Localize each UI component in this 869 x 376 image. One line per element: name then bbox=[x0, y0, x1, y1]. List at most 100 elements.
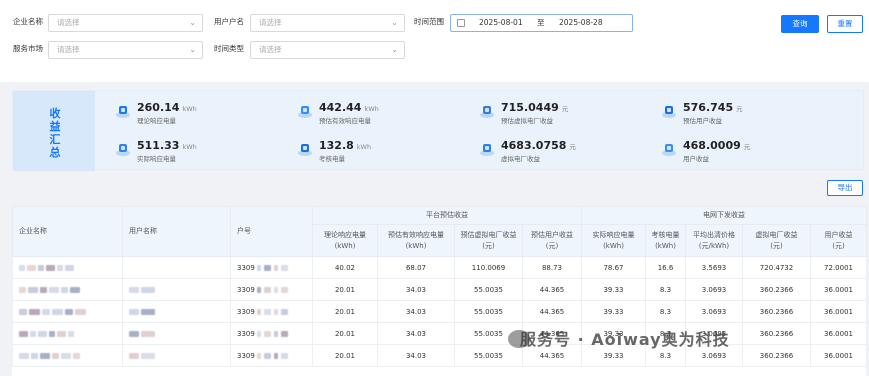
user-label: 用户户名 bbox=[214, 17, 244, 26]
chevron-down-icon: ⌄ bbox=[189, 45, 196, 54]
stat-value: 511.33 bbox=[137, 139, 180, 152]
stat-value: 132.8 bbox=[319, 139, 354, 152]
revenue-summary-panel: 收 益 汇 总 260.14 kWh 理论响应电量 442.44 kWh 预估有效响应电量… bbox=[12, 90, 864, 171]
check-gauge-icon bbox=[297, 141, 313, 157]
date-end[interactable]: 2025-08-28 bbox=[559, 15, 603, 31]
metric-cell: 34.03 bbox=[377, 300, 455, 323]
stat-value: 260.14 bbox=[137, 101, 180, 114]
company-placeholder: 请选择 bbox=[57, 18, 80, 27]
date-start[interactable]: 2025-08-01 bbox=[479, 15, 523, 31]
metric-cell: 39.33 bbox=[581, 300, 646, 323]
export-button[interactable]: 导出 bbox=[827, 180, 863, 196]
user-name-cell bbox=[122, 344, 231, 367]
chevron-down-icon: ⌄ bbox=[391, 45, 398, 54]
metric-column-header: 用户收益 (元) bbox=[809, 224, 868, 257]
metric-cell: 55.0035 bbox=[454, 344, 523, 367]
metric-cell: 44.365 bbox=[522, 300, 582, 323]
stat-unit: kWh bbox=[182, 105, 197, 113]
metric-cell: 39.33 bbox=[581, 278, 646, 301]
user-name-cell bbox=[122, 322, 231, 345]
metric-column-header: 平均出清价格 (元/kWh) bbox=[685, 224, 743, 257]
table-row[interactable]: 3309 20.01 34.03 55.0035 44.365 39.33 8.3 3.06… bbox=[12, 344, 868, 367]
calendar-icon bbox=[457, 19, 465, 27]
lightning-drop-icon bbox=[115, 103, 131, 119]
metric-cell: 72.0001 bbox=[809, 256, 868, 279]
metric-cell: 20.01 bbox=[312, 300, 378, 323]
grid-group-header: 电网下发收益 bbox=[580, 206, 868, 225]
metric-cell: 3.0693 bbox=[685, 278, 743, 301]
stat-value: 442.44 bbox=[319, 101, 362, 114]
account-number: 3309 bbox=[237, 285, 255, 294]
meter-icon bbox=[115, 141, 131, 157]
chevron-down-icon: ⌄ bbox=[189, 18, 196, 27]
metric-column-header: 虚拟电厂收益 (元) bbox=[742, 224, 811, 257]
platform-group-header: 平台预估收益 bbox=[312, 206, 582, 225]
metric-cell: 360.2366 bbox=[742, 278, 811, 301]
user-name-cell bbox=[122, 256, 231, 279]
metric-cell: 720.4732 bbox=[742, 256, 811, 279]
metric-cell: 20.01 bbox=[312, 278, 378, 301]
hand-coin-icon bbox=[479, 141, 495, 157]
col-user-header: 用户名称 bbox=[122, 206, 231, 257]
metric-cell: 360.2366 bbox=[742, 344, 811, 367]
date-separator: 至 bbox=[537, 18, 545, 27]
metric-cell: 36.0001 bbox=[809, 278, 868, 301]
revenue-table: 企业名称 用户名称 户号 平台预估收益 电网下发收益 理论响应电量 (kWh) 预… bbox=[12, 206, 868, 376]
metric-cell: 3.5693 bbox=[685, 256, 743, 279]
user-placeholder: 请选择 bbox=[259, 18, 282, 27]
company-name-cell bbox=[12, 278, 123, 301]
stat-unit: kWh bbox=[364, 105, 379, 113]
account-number: 3309 bbox=[237, 307, 255, 316]
query-button[interactable]: 查询 bbox=[781, 15, 819, 33]
table-row[interactable]: 3309 20.01 34.03 55.0035 44.365 39.33 8.3 3.06… bbox=[12, 300, 868, 323]
stat-value: 468.0009 bbox=[683, 139, 741, 152]
stat-label: 考核电量 bbox=[319, 155, 345, 163]
metric-cell: 55.0035 bbox=[454, 300, 523, 323]
user-select[interactable]: 请选择 ⌄ bbox=[250, 14, 405, 32]
metric-cell: 360.2366 bbox=[742, 300, 811, 323]
table-row[interactable]: 3309 40.02 68.07 110.0069 88.73 78.67 16.6 3.5… bbox=[12, 256, 868, 279]
stat-value: 715.0449 bbox=[501, 101, 559, 114]
stat-label: 预估有效响应电量 bbox=[319, 117, 371, 125]
date-range-picker[interactable]: 2025-08-01 至 2025-08-28 bbox=[450, 14, 633, 32]
stat-unit: kWh bbox=[182, 143, 197, 151]
col-account-header: 户号 bbox=[230, 206, 313, 257]
metric-cell: 360.2366 bbox=[742, 322, 811, 345]
metric-cell: 36.0001 bbox=[809, 322, 868, 345]
time-type-select[interactable]: 请选择 ⌄ bbox=[250, 41, 405, 59]
user-wallet-icon bbox=[661, 103, 677, 119]
account-number: 3309 bbox=[237, 329, 255, 338]
market-placeholder: 请选择 bbox=[57, 45, 80, 54]
company-name-cell bbox=[12, 300, 123, 323]
account-cell: 3309 bbox=[230, 256, 313, 279]
metric-cell: 36.0001 bbox=[809, 344, 868, 367]
watermark: 服务号 · Aoiway奥为科技 bbox=[520, 330, 730, 349]
metric-cell: 55.0035 bbox=[454, 278, 523, 301]
market-select[interactable]: 请选择 ⌄ bbox=[48, 41, 203, 59]
company-select[interactable]: 请选择 ⌄ bbox=[48, 14, 203, 32]
company-name-cell bbox=[12, 322, 123, 345]
metric-column-header: 预估有效响应电量 (kWh) bbox=[377, 224, 455, 257]
metric-column-header: 考核电量 (kWh) bbox=[645, 224, 686, 257]
metric-column-header: 实际响应电量 (kWh) bbox=[581, 224, 646, 257]
account-cell: 3309 bbox=[230, 300, 313, 323]
user-name-cell bbox=[122, 300, 231, 323]
metric-cell: 68.07 bbox=[377, 256, 455, 279]
summary-title: 收 益 汇 总 bbox=[13, 91, 95, 171]
metric-cell: 88.73 bbox=[522, 256, 582, 279]
metric-column-header: 理论响应电量 (kWh) bbox=[312, 224, 378, 257]
metric-cell: 8.3 bbox=[645, 300, 686, 323]
account-cell: 3309 bbox=[230, 322, 313, 345]
metric-cell: 78.67 bbox=[581, 256, 646, 279]
chevron-down-icon: ⌄ bbox=[391, 18, 398, 27]
stat-label: 用户收益 bbox=[683, 155, 709, 163]
stat-label: 预估用户收益 bbox=[683, 117, 722, 125]
time-type-placeholder: 请选择 bbox=[259, 45, 282, 54]
stat-unit: 元 bbox=[561, 105, 569, 113]
reset-button[interactable]: 重置 bbox=[827, 15, 863, 33]
table-row[interactable]: 3309 20.01 34.03 55.0035 44.365 39.33 8.3 3.06… bbox=[12, 278, 868, 301]
stat-unit: 元 bbox=[569, 143, 576, 151]
stat-label: 预估虚拟电厂收益 bbox=[501, 117, 553, 125]
market-label: 服务市场 bbox=[13, 44, 43, 53]
table-row[interactable]: 3309 20.01 34.03 55.0035 44.365 39.33 8.3 3.06… bbox=[12, 322, 868, 345]
